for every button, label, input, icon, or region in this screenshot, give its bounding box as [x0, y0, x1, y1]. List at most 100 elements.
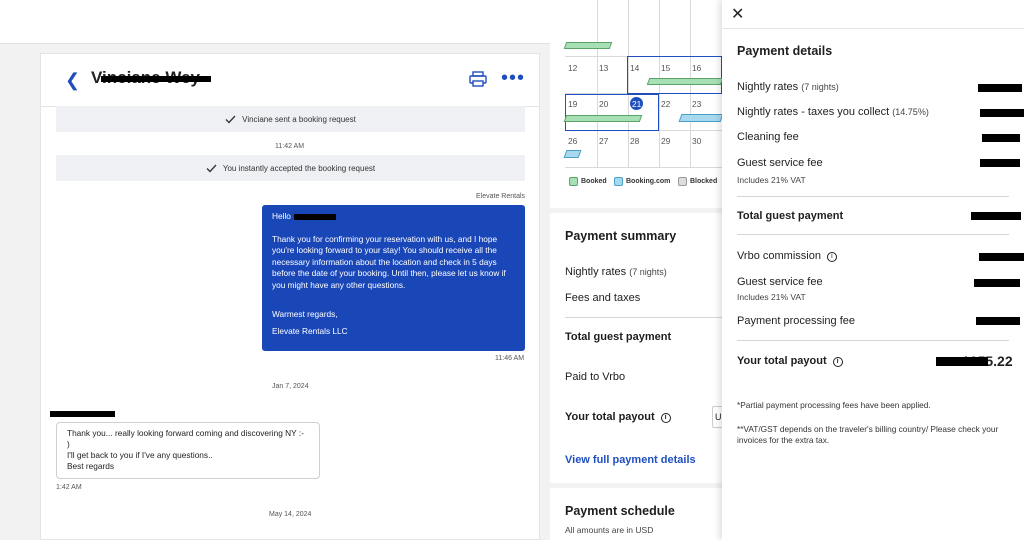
event-text: You instantly accepted the booking reque… — [222, 163, 376, 173]
calendar-date[interactable]: 29 — [661, 136, 670, 146]
info-icon[interactable]: i — [832, 357, 843, 367]
legend-label: Blocked — [690, 178, 718, 185]
selected-range — [627, 56, 722, 94]
vrbo-commission-label: Vrbo commission i — [737, 250, 837, 262]
nightly-rates-label: Nightly rates (7 nights) — [737, 81, 839, 93]
message-timestamp: 1:42 AM — [56, 484, 82, 491]
calendar-date[interactable]: 23 — [692, 99, 701, 109]
view-full-payment-link[interactable]: View full payment details — [565, 454, 696, 466]
guest-service-fee-label-2: Guest service fee — [737, 276, 823, 288]
calendar-date[interactable]: 15 — [661, 63, 670, 73]
booking-bar[interactable] — [563, 42, 613, 49]
print-icon[interactable] — [469, 71, 487, 87]
redaction-bar — [936, 357, 988, 366]
summary-nightly-rates: Nightly rates (7 nights) — [565, 266, 667, 278]
info-icon[interactable]: i — [660, 413, 671, 423]
calendar-date[interactable]: 20 — [599, 99, 608, 109]
total-payout-label: Your total payout i — [737, 355, 843, 367]
calendar-date[interactable]: 22 — [661, 99, 670, 109]
message-line: ) — [67, 439, 70, 449]
message-line: Best regards — [67, 461, 115, 471]
calendar-date[interactable]: 16 — [692, 63, 701, 73]
redaction-bar — [974, 279, 1020, 287]
check-icon — [225, 115, 236, 123]
calendar-date-today[interactable]: 21 — [632, 99, 641, 109]
redaction-bar — [979, 253, 1024, 261]
sender-company: Elevate Rentals — [476, 193, 526, 200]
payment-schedule-card: Payment schedule All amounts are in USD — [550, 488, 722, 540]
calendar-card: 12 13 14 15 16 19 20 21 22 23 26 27 28 2… — [550, 0, 724, 208]
conversation-panel: ❮ Vinciane Wey ••• Vinciane sent a booki… — [40, 53, 540, 540]
booked-swatch-icon — [569, 177, 578, 186]
payment-processing-fee-label: Payment processing fee — [737, 315, 856, 327]
vat-note: Includes 21% VAT — [737, 175, 806, 185]
calendar-date[interactable]: 26 — [568, 136, 577, 146]
booking-com-bar[interactable] — [563, 150, 582, 158]
schedule-title: Payment schedule — [565, 504, 675, 518]
redaction-bar — [980, 109, 1024, 117]
message-timestamp: 11:46 AM — [495, 355, 525, 362]
legend-booking-com: Booking.com — [614, 177, 670, 186]
calendar-date[interactable]: 12 — [568, 63, 577, 73]
summary-title: Payment summary — [565, 229, 677, 243]
legend-label: Booking.com — [626, 178, 671, 185]
message-line: Thank you... really looking forward comi… — [67, 428, 304, 438]
selected-range — [565, 94, 659, 131]
redaction-bar — [971, 212, 1021, 220]
date-divider: Jan 7, 2024 — [272, 383, 309, 390]
calendar-date[interactable]: 30 — [692, 136, 701, 146]
summary-fees-taxes: Fees and taxes — [565, 292, 641, 304]
partial-fees-note: *Partial payment processing fees have be… — [737, 400, 931, 410]
payment-summary-card: Payment summary Nightly rates (7 nights)… — [550, 213, 724, 483]
event-booking-request: Vinciane sent a booking request — [56, 106, 525, 132]
total-guest-payment-label: Total guest payment — [737, 210, 844, 222]
message-line: I'll get back to you if I've any questio… — [67, 450, 213, 460]
date-divider: May 14, 2024 — [269, 511, 312, 518]
drawer-title: Payment details — [737, 44, 833, 58]
conversation-header: ❮ Vinciane Wey ••• — [41, 54, 539, 107]
event-accepted: You instantly accepted the booking reque… — [56, 155, 525, 181]
calendar-date[interactable]: 27 — [599, 136, 608, 146]
legend-blocked: Blocked — [678, 177, 717, 186]
booking-bar[interactable] — [646, 78, 724, 85]
summary-payout: Your total payout i — [565, 411, 671, 423]
redaction-bar — [50, 411, 115, 417]
info-icon[interactable]: i — [826, 252, 837, 262]
calendar-date[interactable]: 28 — [630, 136, 639, 146]
message-body: Thank you for confirming your reservatio… — [272, 233, 506, 290]
redaction-bar — [982, 134, 1020, 142]
redaction-bar — [101, 76, 211, 82]
calendar-date[interactable]: 14 — [630, 63, 639, 73]
event-text: Vinciane sent a booking request — [242, 114, 356, 124]
redaction-bar — [976, 317, 1020, 325]
close-icon[interactable]: ✕ — [731, 4, 744, 24]
summary-paid-to-vrbo: Paid to Vrbo — [565, 371, 626, 383]
incoming-message: Thank you... really looking forward comi… — [56, 422, 320, 479]
redaction-bar — [978, 84, 1022, 92]
message-timestamp: 11:42 AM — [275, 143, 305, 150]
legend-label: Booked — [581, 178, 607, 185]
blocked-swatch-icon — [678, 177, 687, 186]
calendar-date[interactable]: 13 — [599, 63, 608, 73]
cleaning-fee-label: Cleaning fee — [737, 131, 799, 143]
nightly-minus-taxes-label: Nightly rates - taxes you collect (14.75… — [737, 106, 929, 118]
message-signature: Elevate Rentals LLC — [272, 326, 348, 337]
summary-total-guest: Total guest payment — [565, 331, 672, 343]
schedule-note: All amounts are in USD — [565, 525, 654, 535]
more-options-icon[interactable]: ••• — [501, 67, 525, 90]
redaction-bar — [980, 159, 1020, 167]
booking-bar[interactable] — [563, 115, 643, 122]
check-icon — [206, 164, 217, 172]
redaction-bar — [294, 214, 336, 220]
payment-details-drawer: ✕ Payment details Nightly rates (7 night… — [722, 0, 1024, 540]
vat-gst-note: **VAT/GST depends on the traveler's bill… — [737, 424, 999, 445]
outgoing-message: Hello Thank you for confirming your rese… — [262, 205, 525, 351]
calendar-date[interactable]: 19 — [568, 99, 577, 109]
guest-service-fee-label: Guest service fee — [737, 157, 823, 169]
vat-note-2: Includes 21% VAT — [737, 292, 806, 302]
booking-com-swatch-icon — [614, 177, 623, 186]
booking-com-bar[interactable] — [678, 114, 724, 122]
back-arrow-icon[interactable]: ❮ — [65, 70, 80, 91]
legend-booked: Booked — [569, 177, 607, 186]
message-signoff: Warmest regards, — [272, 308, 338, 319]
